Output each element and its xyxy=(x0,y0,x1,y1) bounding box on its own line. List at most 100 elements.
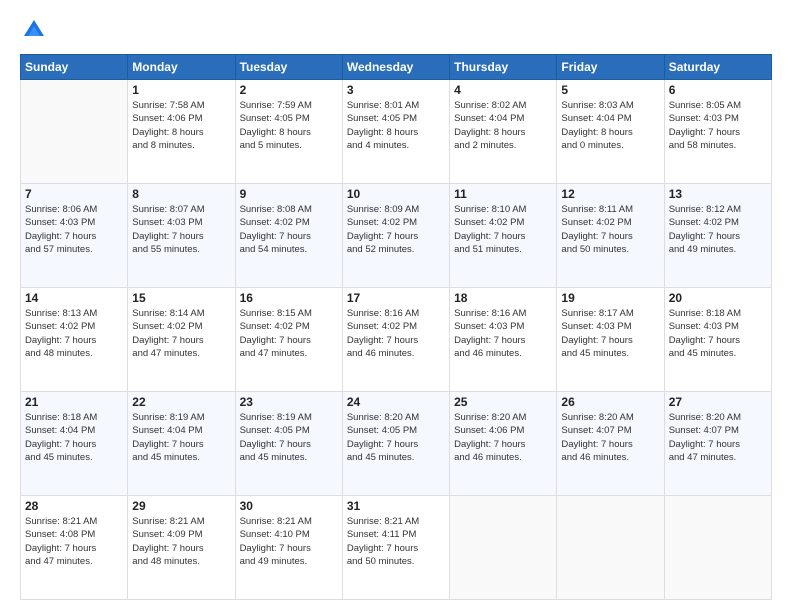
day-info: Sunrise: 8:21 AM Sunset: 4:11 PM Dayligh… xyxy=(347,515,445,568)
calendar-cell xyxy=(557,496,664,600)
day-info: Sunrise: 8:21 AM Sunset: 4:09 PM Dayligh… xyxy=(132,515,230,568)
weekday-header-friday: Friday xyxy=(557,55,664,80)
calendar-cell: 15 Sunrise: 8:14 AM Sunset: 4:02 PM Dayli… xyxy=(128,288,235,392)
day-number: 27 xyxy=(669,395,767,409)
calendar-cell xyxy=(21,80,128,184)
day-number: 8 xyxy=(132,187,230,201)
day-info: Sunrise: 8:21 AM Sunset: 4:10 PM Dayligh… xyxy=(240,515,338,568)
logo-icon xyxy=(20,16,48,44)
day-info: Sunrise: 7:59 AM Sunset: 4:05 PM Dayligh… xyxy=(240,99,338,152)
weekday-header-sunday: Sunday xyxy=(21,55,128,80)
day-info: Sunrise: 8:19 AM Sunset: 4:05 PM Dayligh… xyxy=(240,411,338,464)
day-number: 2 xyxy=(240,83,338,97)
day-info: Sunrise: 8:05 AM Sunset: 4:03 PM Dayligh… xyxy=(669,99,767,152)
day-number: 26 xyxy=(561,395,659,409)
day-number: 25 xyxy=(454,395,552,409)
calendar-cell: 27 Sunrise: 8:20 AM Sunset: 4:07 PM Dayli… xyxy=(664,392,771,496)
calendar-cell: 18 Sunrise: 8:16 AM Sunset: 4:03 PM Dayli… xyxy=(450,288,557,392)
calendar-cell: 12 Sunrise: 8:11 AM Sunset: 4:02 PM Dayli… xyxy=(557,184,664,288)
day-info: Sunrise: 8:18 AM Sunset: 4:04 PM Dayligh… xyxy=(25,411,123,464)
day-number: 4 xyxy=(454,83,552,97)
day-number: 28 xyxy=(25,499,123,513)
weekday-header-wednesday: Wednesday xyxy=(342,55,449,80)
weekday-header-monday: Monday xyxy=(128,55,235,80)
day-number: 3 xyxy=(347,83,445,97)
calendar-cell: 14Sunrise: 8:13 AM Sunset: 4:02 PM Dayli… xyxy=(21,288,128,392)
calendar-cell xyxy=(664,496,771,600)
calendar-week-row: 7Sunrise: 8:06 AM Sunset: 4:03 PM Daylig… xyxy=(21,184,772,288)
day-number: 18 xyxy=(454,291,552,305)
day-number: 17 xyxy=(347,291,445,305)
day-number: 22 xyxy=(132,395,230,409)
calendar-cell: 5Sunrise: 8:03 AM Sunset: 4:04 PM Daylig… xyxy=(557,80,664,184)
day-info: Sunrise: 8:09 AM Sunset: 4:02 PM Dayligh… xyxy=(347,203,445,256)
day-info: Sunrise: 8:02 AM Sunset: 4:04 PM Dayligh… xyxy=(454,99,552,152)
day-number: 12 xyxy=(561,187,659,201)
page: SundayMondayTuesdayWednesdayThursdayFrid… xyxy=(0,0,792,612)
day-info: Sunrise: 8:11 AM Sunset: 4:02 PM Dayligh… xyxy=(561,203,659,256)
calendar-cell: 3 Sunrise: 8:01 AM Sunset: 4:05 PM Daylig… xyxy=(342,80,449,184)
calendar-week-row: 21Sunrise: 8:18 AM Sunset: 4:04 PM Dayli… xyxy=(21,392,772,496)
day-info: Sunrise: 8:16 AM Sunset: 4:02 PM Dayligh… xyxy=(347,307,445,360)
day-info: Sunrise: 8:08 AM Sunset: 4:02 PM Dayligh… xyxy=(240,203,338,256)
day-info: Sunrise: 8:07 AM Sunset: 4:03 PM Dayligh… xyxy=(132,203,230,256)
weekday-header-tuesday: Tuesday xyxy=(235,55,342,80)
calendar-cell: 9 Sunrise: 8:08 AM Sunset: 4:02 PM Daylig… xyxy=(235,184,342,288)
calendar-cell: 20Sunrise: 8:18 AM Sunset: 4:03 PM Dayli… xyxy=(664,288,771,392)
calendar-cell: 21Sunrise: 8:18 AM Sunset: 4:04 PM Dayli… xyxy=(21,392,128,496)
day-info: Sunrise: 8:12 AM Sunset: 4:02 PM Dayligh… xyxy=(669,203,767,256)
day-info: Sunrise: 8:17 AM Sunset: 4:03 PM Dayligh… xyxy=(561,307,659,360)
day-number: 23 xyxy=(240,395,338,409)
day-info: Sunrise: 8:13 AM Sunset: 4:02 PM Dayligh… xyxy=(25,307,123,360)
day-info: Sunrise: 8:21 AM Sunset: 4:08 PM Dayligh… xyxy=(25,515,123,568)
day-info: Sunrise: 8:15 AM Sunset: 4:02 PM Dayligh… xyxy=(240,307,338,360)
day-info: Sunrise: 8:20 AM Sunset: 4:06 PM Dayligh… xyxy=(454,411,552,464)
calendar-cell: 25 Sunrise: 8:20 AM Sunset: 4:06 PM Dayli… xyxy=(450,392,557,496)
weekday-header-saturday: Saturday xyxy=(664,55,771,80)
day-number: 9 xyxy=(240,187,338,201)
calendar-cell: 17 Sunrise: 8:16 AM Sunset: 4:02 PM Dayli… xyxy=(342,288,449,392)
calendar-cell: 10 Sunrise: 8:09 AM Sunset: 4:02 PM Dayli… xyxy=(342,184,449,288)
calendar-week-row: 1 Sunrise: 7:58 AM Sunset: 4:06 PM Daylig… xyxy=(21,80,772,184)
calendar-cell xyxy=(450,496,557,600)
day-number: 15 xyxy=(132,291,230,305)
day-number: 30 xyxy=(240,499,338,513)
day-number: 13 xyxy=(669,187,767,201)
calendar-cell: 23 Sunrise: 8:19 AM Sunset: 4:05 PM Dayli… xyxy=(235,392,342,496)
day-number: 19 xyxy=(561,291,659,305)
calendar-cell: 11Sunrise: 8:10 AM Sunset: 4:02 PM Dayli… xyxy=(450,184,557,288)
calendar-week-row: 14Sunrise: 8:13 AM Sunset: 4:02 PM Dayli… xyxy=(21,288,772,392)
calendar-cell: 8 Sunrise: 8:07 AM Sunset: 4:03 PM Daylig… xyxy=(128,184,235,288)
day-info: Sunrise: 8:19 AM Sunset: 4:04 PM Dayligh… xyxy=(132,411,230,464)
calendar-cell: 26 Sunrise: 8:20 AM Sunset: 4:07 PM Dayli… xyxy=(557,392,664,496)
day-number: 11 xyxy=(454,187,552,201)
calendar-cell: 31 Sunrise: 8:21 AM Sunset: 4:11 PM Dayli… xyxy=(342,496,449,600)
calendar-cell: 4 Sunrise: 8:02 AM Sunset: 4:04 PM Daylig… xyxy=(450,80,557,184)
day-number: 1 xyxy=(132,83,230,97)
day-info: Sunrise: 8:01 AM Sunset: 4:05 PM Dayligh… xyxy=(347,99,445,152)
weekday-header-thursday: Thursday xyxy=(450,55,557,80)
calendar-cell: 28 Sunrise: 8:21 AM Sunset: 4:08 PM Dayli… xyxy=(21,496,128,600)
day-info: Sunrise: 8:16 AM Sunset: 4:03 PM Dayligh… xyxy=(454,307,552,360)
day-info: Sunrise: 8:20 AM Sunset: 4:07 PM Dayligh… xyxy=(561,411,659,464)
day-info: Sunrise: 8:14 AM Sunset: 4:02 PM Dayligh… xyxy=(132,307,230,360)
calendar-cell: 1 Sunrise: 7:58 AM Sunset: 4:06 PM Daylig… xyxy=(128,80,235,184)
calendar-cell: 13 Sunrise: 8:12 AM Sunset: 4:02 PM Dayli… xyxy=(664,184,771,288)
day-number: 5 xyxy=(561,83,659,97)
day-info: Sunrise: 8:06 AM Sunset: 4:03 PM Dayligh… xyxy=(25,203,123,256)
calendar-cell: 16 Sunrise: 8:15 AM Sunset: 4:02 PM Dayli… xyxy=(235,288,342,392)
day-number: 31 xyxy=(347,499,445,513)
calendar-cell: 7Sunrise: 8:06 AM Sunset: 4:03 PM Daylig… xyxy=(21,184,128,288)
day-info: Sunrise: 7:58 AM Sunset: 4:06 PM Dayligh… xyxy=(132,99,230,152)
calendar-cell: 24Sunrise: 8:20 AM Sunset: 4:05 PM Dayli… xyxy=(342,392,449,496)
day-number: 10 xyxy=(347,187,445,201)
day-number: 6 xyxy=(669,83,767,97)
day-info: Sunrise: 8:18 AM Sunset: 4:03 PM Dayligh… xyxy=(669,307,767,360)
day-info: Sunrise: 8:20 AM Sunset: 4:07 PM Dayligh… xyxy=(669,411,767,464)
header xyxy=(20,16,772,44)
day-number: 16 xyxy=(240,291,338,305)
calendar-cell: 30 Sunrise: 8:21 AM Sunset: 4:10 PM Dayli… xyxy=(235,496,342,600)
calendar-table: SundayMondayTuesdayWednesdayThursdayFrid… xyxy=(20,54,772,600)
day-number: 24 xyxy=(347,395,445,409)
calendar-cell: 19 Sunrise: 8:17 AM Sunset: 4:03 PM Dayli… xyxy=(557,288,664,392)
